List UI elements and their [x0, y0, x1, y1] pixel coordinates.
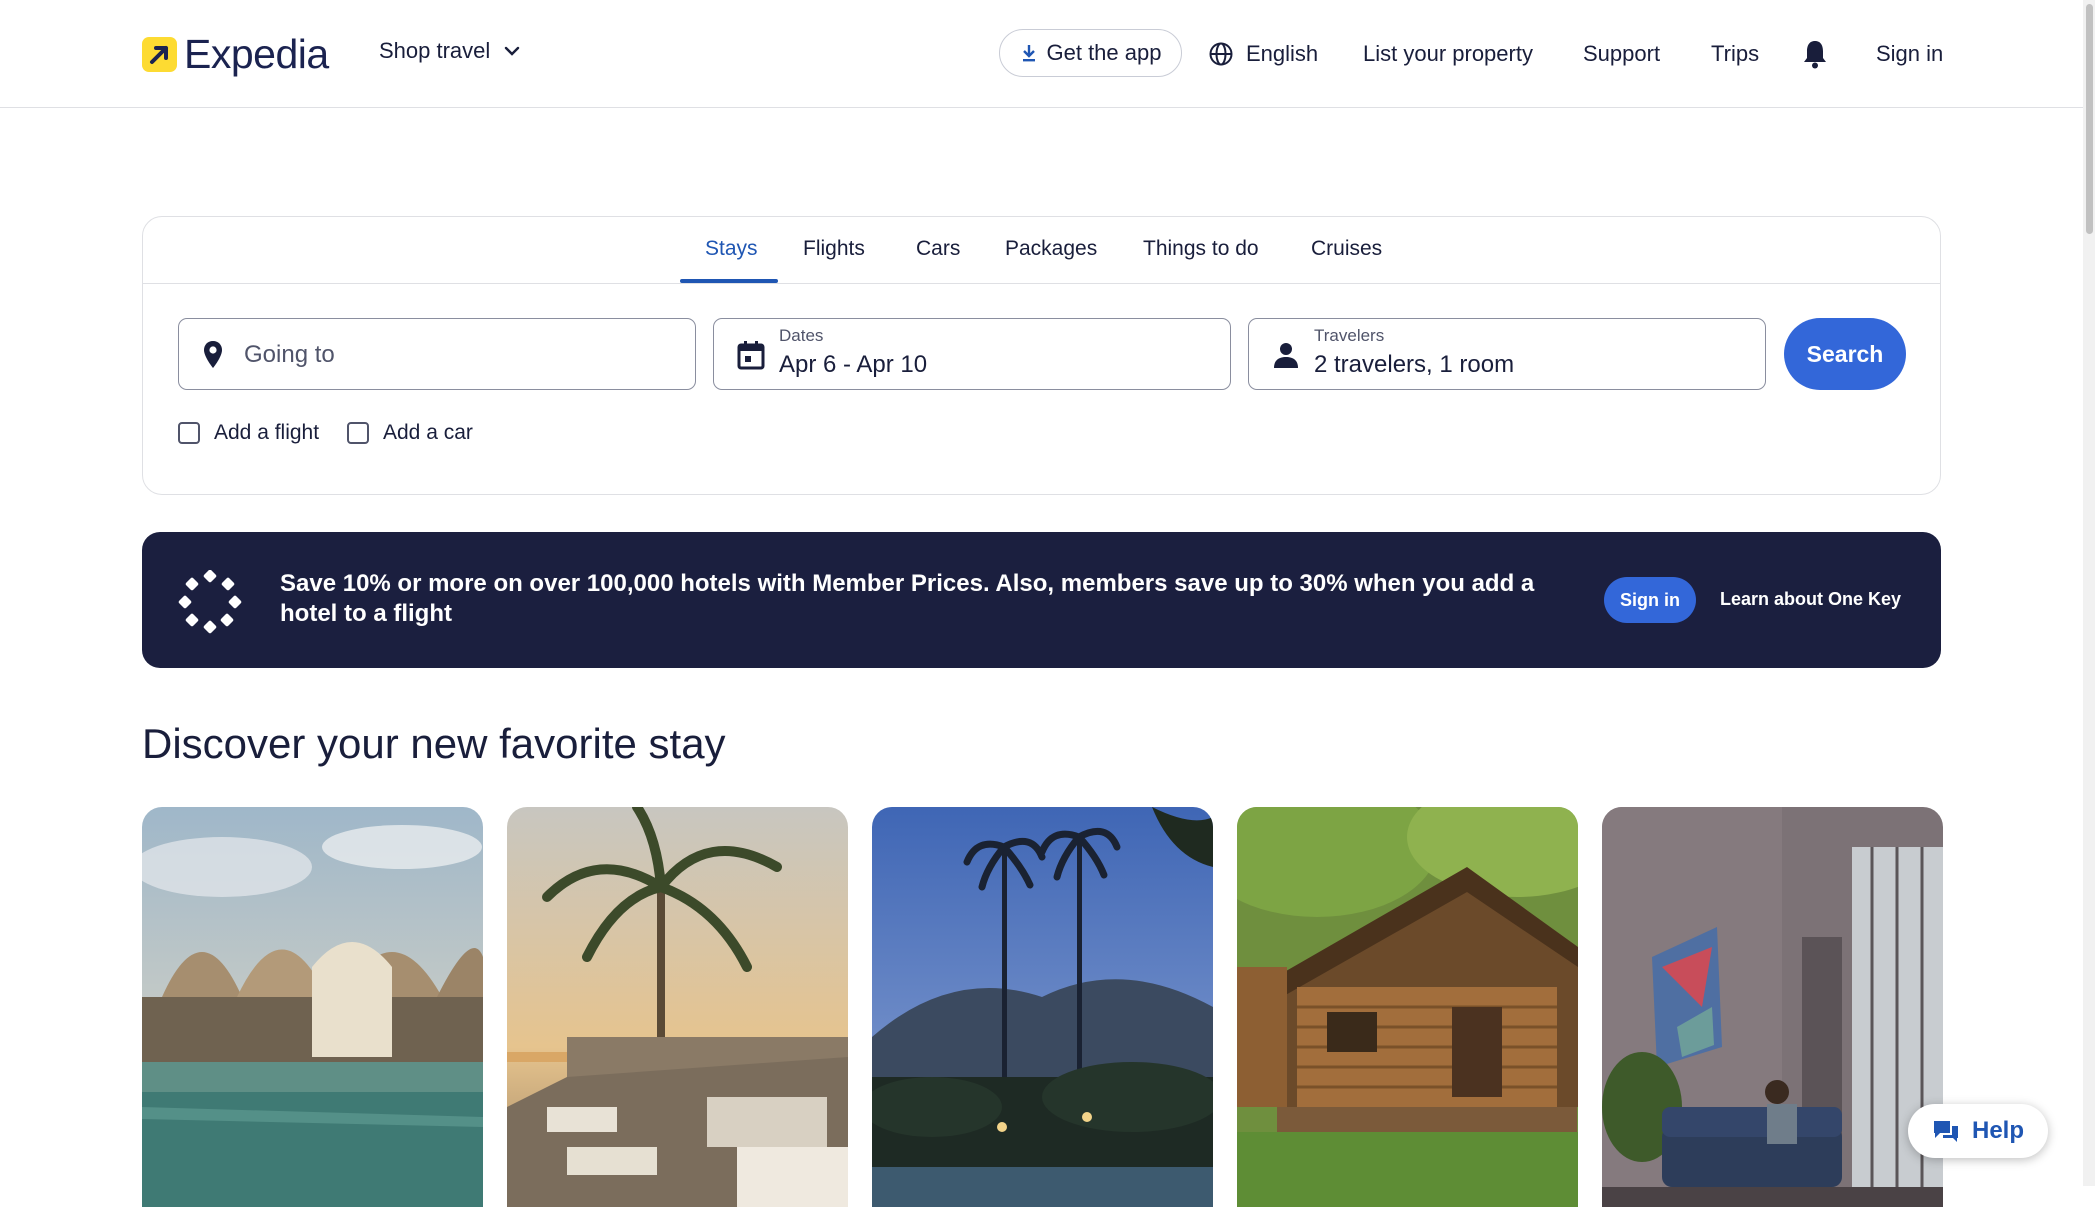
travelers-value: 2 travelers, 1 room [1314, 351, 1515, 378]
tab-packages[interactable]: Packages [1005, 237, 1097, 261]
tab-cruises[interactable]: Cruises [1311, 237, 1382, 261]
support-link[interactable]: Support [1583, 40, 1660, 68]
stay-photo-loft-interior [1602, 807, 1943, 1207]
calendar-icon [737, 341, 765, 370]
stay-photo-desert-dusk [872, 807, 1213, 1207]
brand-name: Expedia [184, 31, 329, 77]
stay-photo-palm-terrace [507, 807, 848, 1207]
tab-flights[interactable]: Flights [803, 237, 865, 261]
stay-photo-card[interactable] [142, 807, 483, 1207]
add-car-checkbox[interactable]: Add a car [347, 421, 473, 445]
tab-stays[interactable]: Stays [705, 237, 758, 261]
stay-photo-card[interactable] [872, 807, 1213, 1207]
stay-photo-card[interactable] [1602, 807, 1943, 1207]
checkbox-box[interactable] [347, 422, 369, 444]
get-the-app-label: Get the app [1046, 40, 1162, 65]
tab-things-to-do[interactable]: Things to do [1143, 237, 1259, 261]
banner-sign-in-button[interactable]: Sign in [1604, 577, 1696, 623]
download-icon [1022, 45, 1035, 62]
help-button[interactable]: Help [1908, 1104, 2048, 1158]
travelers-field[interactable]: Travelers 2 travelers, 1 room [1248, 318, 1766, 390]
help-label: Help [1971, 1117, 2024, 1144]
globe-icon [1209, 42, 1233, 66]
language-selector[interactable]: English [1208, 40, 1318, 68]
active-tab-indicator [680, 279, 778, 283]
notifications-bell-icon[interactable] [1801, 38, 1829, 75]
get-the-app-button[interactable]: Get the app [999, 29, 1182, 77]
learn-one-key-link[interactable]: Learn about One Key [1720, 589, 1901, 610]
sign-in-link[interactable]: Sign in [1876, 40, 1943, 68]
person-icon [1274, 343, 1298, 368]
trips-link[interactable]: Trips [1711, 40, 1759, 68]
checkbox-box[interactable] [178, 422, 200, 444]
travelers-label: Travelers [1314, 326, 1385, 345]
tab-cars[interactable]: Cars [916, 237, 960, 261]
member-prices-banner: Save 10% or more on over 100,000 hotels … [142, 532, 1941, 668]
top-header: Expedia Shop travel Get the app English … [0, 0, 2083, 108]
add-flight-checkbox[interactable]: Add a flight [178, 421, 319, 445]
list-your-property-link[interactable]: List your property [1363, 40, 1533, 68]
tabs-divider [143, 283, 1940, 284]
one-key-icon [178, 570, 242, 634]
stay-photo-card[interactable] [1237, 807, 1578, 1207]
stay-photo-arched-villa [142, 807, 483, 1207]
page-scrollbar-thumb[interactable] [2086, 4, 2093, 234]
stay-photo-log-cabin [1237, 807, 1578, 1207]
dates-label: Dates [779, 326, 824, 345]
discover-heading: Discover your new favorite stay [142, 720, 726, 767]
language-label: English [1246, 41, 1319, 66]
chat-bubbles-icon [1933, 1121, 1958, 1142]
add-car-label: Add a car [383, 421, 473, 444]
add-flight-label: Add a flight [214, 421, 320, 444]
search-card: Stays Flights Cars Packages Things to do… [142, 216, 1941, 495]
search-button[interactable]: Search [1784, 318, 1906, 390]
dates-field[interactable]: Dates Apr 6 - Apr 10 [713, 318, 1231, 390]
expedia-logo[interactable]: Expedia [142, 31, 329, 77]
expedia-logo-icon [142, 36, 177, 72]
shop-travel-menu[interactable]: Shop travel [379, 38, 520, 64]
shop-travel-label: Shop travel [379, 38, 491, 63]
member-prices-text: Save 10% or more on over 100,000 hotels … [280, 570, 1535, 627]
location-pin-icon [204, 341, 222, 368]
chevron-down-icon [505, 46, 520, 56]
dates-value: Apr 6 - Apr 10 [779, 351, 928, 378]
going-to-placeholder: Going to [244, 341, 335, 368]
going-to-field[interactable]: Going to [178, 318, 696, 390]
stay-photo-card[interactable] [507, 807, 848, 1207]
